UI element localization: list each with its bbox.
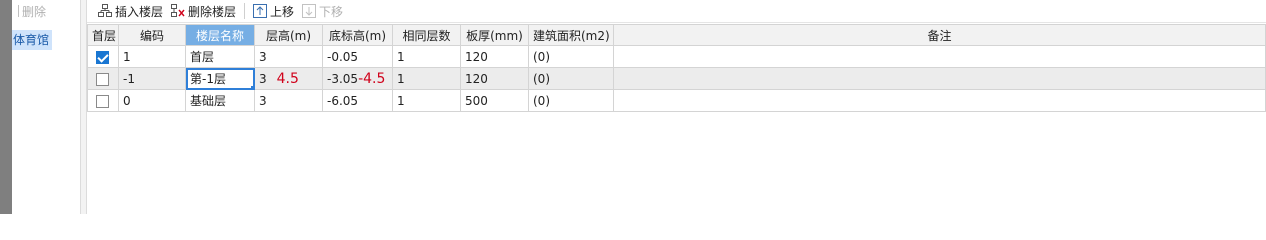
floor-height-value: 3 [259, 49, 267, 64]
remark-cell[interactable] [613, 89, 1266, 112]
insert-floor-icon [98, 4, 112, 18]
base-elevation-value: -0.05 [327, 49, 359, 64]
insert-floor-button[interactable]: 插入楼层 [94, 1, 167, 21]
building-area-cell[interactable]: (0) [528, 67, 614, 90]
same-floors-cell[interactable]: 1 [392, 89, 461, 112]
first-floor-cell[interactable] [87, 45, 119, 68]
table-row: -1 第-1层 3 4.5 -3.05-4.5 1 120 (0) [87, 67, 1266, 90]
header-code[interactable]: 编码 [118, 24, 186, 46]
header-floor-name[interactable]: 楼层名称 [185, 24, 255, 46]
left-panel-toolbar: 删除 [12, 0, 80, 22]
remark-cell[interactable] [613, 67, 1266, 90]
left-delete-button[interactable]: 删除 [12, 1, 50, 21]
move-up-button[interactable]: 上移 [249, 1, 298, 21]
header-slab-thickness[interactable]: 板厚(mm) [460, 24, 529, 46]
same-floors-cell[interactable]: 1 [392, 67, 461, 90]
header-floor-height[interactable]: 层高(m) [254, 24, 323, 46]
toolbar-separator [244, 3, 246, 19]
first-floor-checkbox[interactable] [96, 50, 109, 64]
base-elevation-value: -3.05 [327, 71, 359, 86]
floor-height-cell[interactable]: 3 4.5 [254, 67, 323, 90]
base-elevation-cell[interactable]: -3.05-4.5 [322, 67, 393, 90]
base-elevation-annotation: -4.5 [358, 70, 386, 87]
first-floor-checkbox[interactable] [96, 72, 109, 86]
slab-thickness-cell[interactable]: 500 [460, 89, 529, 112]
floor-height-cell[interactable]: 3 [254, 45, 323, 68]
floor-settings-main: 插入楼层 删除楼层 上移 下移 首层 编码 楼层名称 层高(m) 底标高(m) … [87, 0, 1266, 214]
base-elevation-cell[interactable]: -0.05 [322, 45, 393, 68]
floor-height-value: 3 [259, 93, 267, 108]
building-area-cell[interactable]: (0) [528, 45, 614, 68]
building-area-cell[interactable]: (0) [528, 89, 614, 112]
floor-height-value: 3 [259, 71, 267, 86]
building-item[interactable]: 体育馆 [12, 30, 52, 50]
same-floors-cell[interactable]: 1 [392, 45, 461, 68]
first-floor-checkbox[interactable] [96, 94, 109, 108]
floor-height-cell[interactable]: 3 [254, 89, 323, 112]
header-same-floors[interactable]: 相同层数 [392, 24, 461, 46]
code-cell[interactable]: -1 [118, 67, 186, 90]
base-elevation-cell[interactable]: -6.05 [322, 89, 393, 112]
header-first-floor[interactable]: 首层 [87, 24, 119, 46]
delete-floor-button[interactable]: 删除楼层 [167, 1, 240, 21]
panel-splitter[interactable] [80, 0, 87, 214]
floor-name-cell[interactable]: 基础层 [185, 89, 255, 112]
code-cell[interactable]: 1 [118, 45, 186, 68]
delete-icon [16, 5, 19, 17]
slab-thickness-cell[interactable]: 120 [460, 67, 529, 90]
arrow-down-icon [302, 4, 317, 18]
table-row: 0 基础层 3 -6.05 1 500 (0) [87, 89, 1266, 112]
left-edge-strip [0, 0, 12, 214]
code-cell[interactable]: 0 [118, 89, 186, 112]
arrow-up-icon [253, 4, 268, 18]
floor-name-cell[interactable]: 首层 [185, 45, 255, 68]
floor-height-annotation: 4.5 [276, 70, 299, 87]
table-row: 1 首层 3 -0.05 1 120 (0) [87, 45, 1266, 68]
table-header-row: 首层 编码 楼层名称 层高(m) 底标高(m) 相同层数 板厚(mm) 建筑面积… [87, 24, 1266, 46]
first-floor-cell[interactable] [87, 89, 119, 112]
floor-name-cell[interactable]: 第-1层 [185, 67, 255, 90]
floor-toolbar: 插入楼层 删除楼层 上移 下移 [87, 0, 1266, 23]
move-down-button[interactable]: 下移 [298, 1, 347, 21]
remark-cell[interactable] [613, 45, 1266, 68]
floor-group-panel: 删除 体育馆 [12, 0, 80, 214]
base-elevation-value: -6.05 [327, 93, 359, 108]
first-floor-cell[interactable] [87, 67, 119, 90]
header-remark[interactable]: 备注 [613, 24, 1266, 46]
header-building-area[interactable]: 建筑面积(m2) [528, 24, 614, 46]
header-base-elevation[interactable]: 底标高(m) [322, 24, 393, 46]
slab-thickness-cell[interactable]: 120 [460, 45, 529, 68]
floor-table: 首层 编码 楼层名称 层高(m) 底标高(m) 相同层数 板厚(mm) 建筑面积… [87, 24, 1266, 112]
delete-floor-icon [171, 4, 185, 18]
